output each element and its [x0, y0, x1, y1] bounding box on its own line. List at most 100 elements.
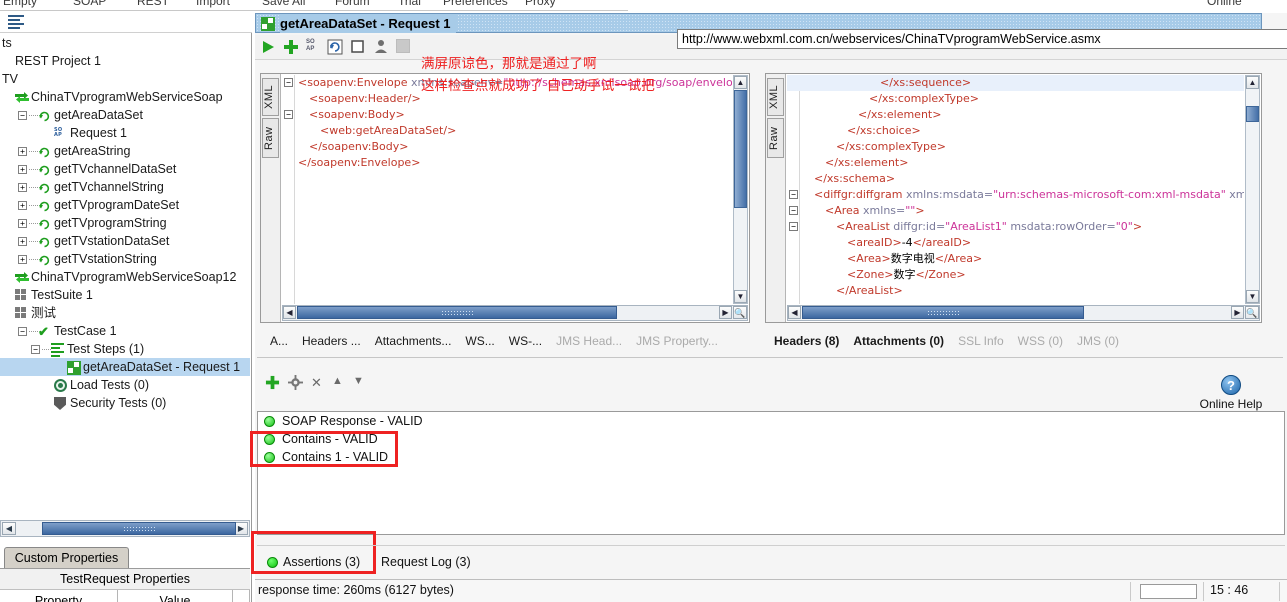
project-tree[interactable]: ts REST Project 1 TV ChinaTVprogramWebServi…: [0, 34, 250, 518]
scroll-down-arrow-icon[interactable]: ▼: [734, 290, 747, 303]
zoom-search-icon[interactable]: 🔍: [1245, 306, 1259, 319]
response-editor[interactable]: XML Raw </xs:sequence> </xs:complexType> <…: [765, 73, 1262, 323]
tree-expander[interactable]: −: [18, 327, 27, 336]
assertion-row[interactable]: Contains - VALID: [258, 430, 1284, 448]
tree-item-getareastring[interactable]: + getAreaString: [0, 142, 250, 160]
response-tab-3[interactable]: WSS (0): [1011, 331, 1070, 351]
request-tab-2[interactable]: Attachments...: [368, 331, 459, 351]
tree-expander[interactable]: −: [18, 111, 27, 120]
menu-item-proxy[interactable]: Proxy: [525, 0, 556, 8]
response-hscrollbar[interactable]: ◀ ▶ 🔍: [787, 305, 1260, 321]
tree-item-gettvprogramstring[interactable]: + getTVprogramString: [0, 214, 250, 232]
add-plus-icon[interactable]: [283, 39, 299, 58]
menu-item-trial[interactable]: Trial: [398, 0, 421, 8]
menu-item-online[interactable]: Online: [1207, 0, 1242, 8]
add-assertion-icon[interactable]: [265, 375, 280, 393]
scroll-right-arrow-icon[interactable]: ▶: [719, 306, 732, 319]
tree-item-gettvprogramdateset[interactable]: + getTVprogramDateSet: [0, 196, 250, 214]
tab-response-xml[interactable]: XML: [767, 78, 784, 116]
tree-item-testsuite-1[interactable]: TestSuite 1: [0, 286, 250, 304]
tree-item-[interactable]: 测试: [0, 304, 250, 322]
scroll-right-arrow-icon[interactable]: ▶: [234, 522, 248, 535]
fold-toggle-icon[interactable]: −: [284, 78, 293, 87]
tree-item-ts[interactable]: ts: [0, 34, 250, 52]
scroll-thumb[interactable]: [734, 90, 747, 208]
scroll-up-arrow-icon[interactable]: ▲: [1246, 76, 1259, 89]
tree-item-test-steps-1[interactable]: − Test Steps (1): [0, 340, 250, 358]
assertion-row[interactable]: SOAP Response - VALID: [258, 412, 1284, 430]
scroll-thumb[interactable]: [1246, 106, 1259, 122]
tree-expander[interactable]: +: [18, 201, 27, 210]
request-endpoint-input[interactable]: http://www.webxml.com.cn/webservices/Chi…: [677, 29, 1287, 49]
remove-x-icon[interactable]: ✕: [311, 375, 322, 391]
move-down-icon[interactable]: ▼: [353, 375, 364, 387]
menu-item-soap[interactable]: SOAP: [73, 0, 106, 8]
configure-gear-icon[interactable]: [288, 375, 303, 393]
assertions-list[interactable]: SOAP Response - VALID Contains - VALID Con…: [257, 411, 1285, 535]
menu-item-forum[interactable]: Forum: [335, 0, 370, 8]
navigator-menu-icon[interactable]: [8, 15, 24, 29]
response-tab-0[interactable]: Headers (8): [767, 331, 846, 351]
request-tab-3[interactable]: WS...: [458, 331, 501, 351]
tab-response-raw[interactable]: Raw: [767, 118, 784, 158]
tree-expander[interactable]: +: [18, 147, 27, 156]
scroll-thumb[interactable]: [297, 306, 617, 319]
tree-item-load-tests-0[interactable]: Load Tests (0): [0, 376, 250, 394]
request-vscrollbar[interactable]: ▲ ▼: [733, 75, 748, 304]
response-tab-2[interactable]: SSL Info: [951, 331, 1011, 351]
response-vscrollbar[interactable]: ▲ ▼: [1245, 75, 1260, 304]
auth-person-icon[interactable]: [373, 39, 389, 58]
tree-item-gettvchanneldataset[interactable]: + getTVchannelDataSet: [0, 160, 250, 178]
fold-toggle-icon[interactable]: −: [284, 110, 293, 119]
menu-item-rest[interactable]: REST: [137, 0, 169, 8]
fold-toggle-icon[interactable]: −: [789, 222, 798, 231]
request-xml-content[interactable]: − <soapenv:Envelope xmlns:soapenv="http:/…: [282, 75, 732, 304]
navigator-hscrollbar[interactable]: ◀ ▶: [0, 520, 250, 537]
tree-item-security-tests-0[interactable]: Security Tests (0): [0, 394, 250, 412]
request-tab-6[interactable]: JMS Property...: [629, 331, 725, 351]
scroll-left-arrow-icon[interactable]: ◀: [2, 522, 16, 535]
response-tab-4[interactable]: JMS (0): [1070, 331, 1126, 351]
move-up-icon[interactable]: ▲: [332, 375, 343, 387]
zoom-search-icon[interactable]: 🔍: [733, 306, 747, 319]
request-hscrollbar[interactable]: ◀ ▶ 🔍: [282, 305, 748, 321]
refresh-icon[interactable]: [327, 39, 343, 58]
tree-item-testcase-1[interactable]: − ✔ TestCase 1: [0, 322, 250, 340]
scroll-thumb[interactable]: [802, 306, 1084, 319]
scroll-left-arrow-icon[interactable]: ◀: [788, 306, 801, 319]
tree-item-rest-project-1[interactable]: REST Project 1: [0, 52, 250, 70]
tree-item-gettvstationdataset[interactable]: + getTVstationDataSet: [0, 232, 250, 250]
submit-play-icon[interactable]: [260, 39, 276, 58]
tree-item-tv[interactable]: TV: [0, 70, 250, 88]
menu-item-save-all[interactable]: Save All: [262, 0, 305, 8]
scroll-left-arrow-icon[interactable]: ◀: [283, 306, 296, 319]
assertion-row[interactable]: Contains 1 - VALID: [258, 448, 1284, 466]
tree-item-chinatvprogramwebservicesoap12[interactable]: ChinaTVprogramWebServiceSoap12: [0, 268, 250, 286]
tree-item-getareadataset[interactable]: − getAreaDataSet: [0, 106, 250, 124]
response-tab-1[interactable]: Attachments (0): [846, 331, 951, 351]
tree-expander[interactable]: +: [18, 183, 27, 192]
tree-expander[interactable]: +: [18, 165, 27, 174]
tab-request-log[interactable]: Request Log (3): [381, 552, 471, 572]
tree-item-chinatvprogramwebservicesoap[interactable]: ChinaTVprogramWebServiceSoap: [0, 88, 250, 106]
request-tab-1[interactable]: Headers ...: [295, 331, 368, 351]
menu-item-import[interactable]: Import: [196, 0, 230, 8]
help-question-icon[interactable]: ?: [1221, 375, 1241, 395]
menu-item-preferences[interactable]: Preferences: [443, 0, 508, 8]
tree-item-gettvchannelstring[interactable]: + getTVchannelString: [0, 178, 250, 196]
tab-assertions[interactable]: Assertions (3): [267, 552, 360, 572]
scroll-down-arrow-icon[interactable]: ▼: [1246, 290, 1259, 303]
soap-format-icon[interactable]: SO AP: [306, 39, 315, 53]
scroll-right-arrow-icon[interactable]: ▶: [1231, 306, 1244, 319]
tab-request-raw[interactable]: Raw: [262, 118, 279, 158]
fold-toggle-icon[interactable]: −: [789, 206, 798, 215]
tree-expander[interactable]: +: [18, 255, 27, 264]
tab-custom-properties[interactable]: Custom Properties: [4, 547, 129, 568]
online-help[interactable]: ? Online Help: [1177, 375, 1285, 411]
request-tab-5[interactable]: JMS Head...: [549, 331, 629, 351]
response-xml-content[interactable]: </xs:sequence> </xs:complexType> </xs:elem…: [787, 75, 1244, 304]
tree-item-gettvstationstring[interactable]: + getTVstationString: [0, 250, 250, 268]
fold-toggle-icon[interactable]: −: [789, 190, 798, 199]
scroll-thumb[interactable]: [42, 522, 236, 535]
tree-item-request-1[interactable]: SO AP Request 1: [0, 124, 250, 142]
